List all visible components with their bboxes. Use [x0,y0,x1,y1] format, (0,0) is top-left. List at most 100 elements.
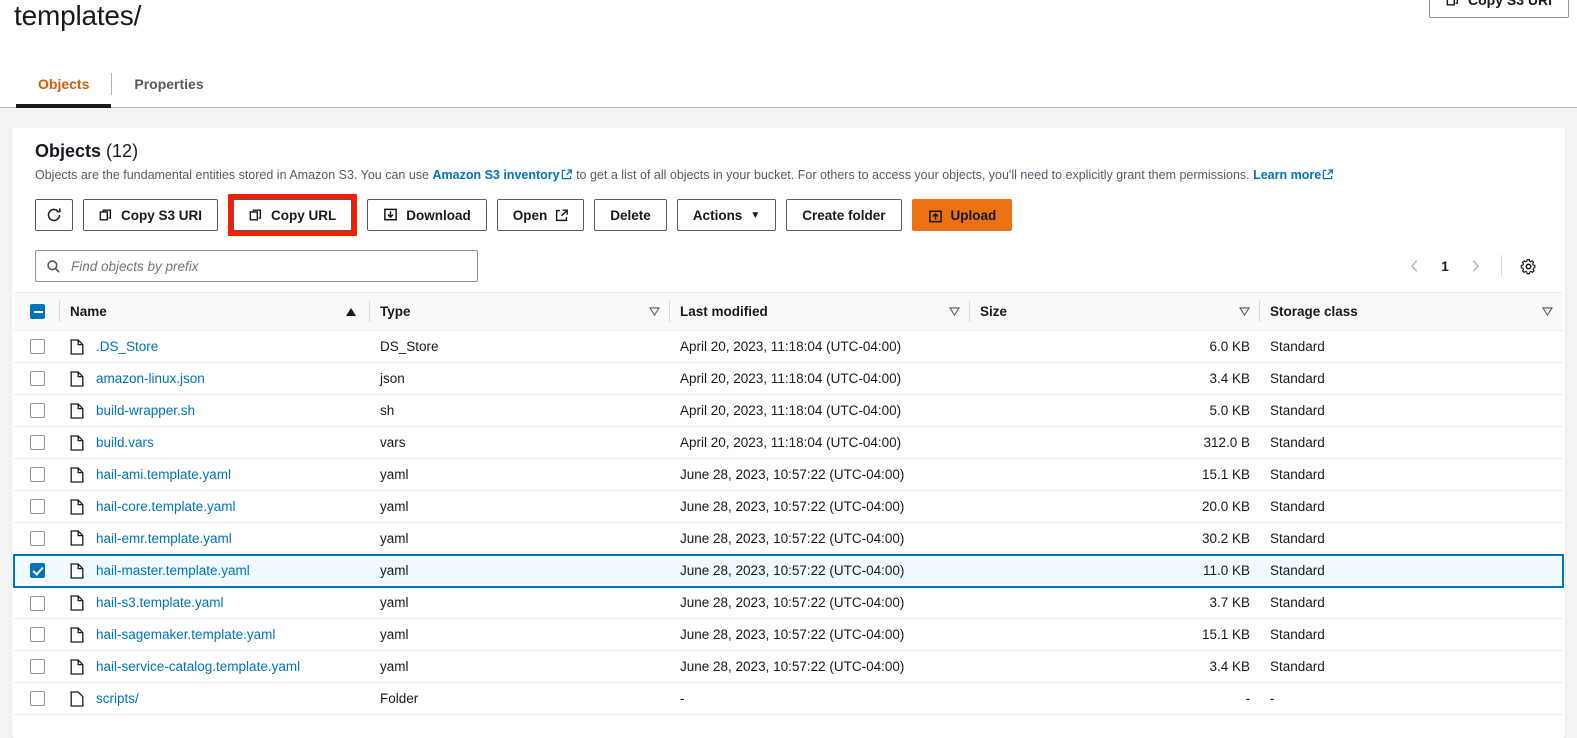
pagination-page-1[interactable]: 1 [1433,259,1457,274]
object-name-link[interactable]: hail-master.template.yaml [96,563,250,578]
objects-table-body: .DS_Store DS_Store April 20, 2023, 11:18:0… [13,330,1564,715]
row-storage-class-cell: Standard [1260,522,1563,555]
column-header-name[interactable]: Name [60,292,370,331]
file-icon [70,466,84,483]
row-type-cell: yaml [370,650,670,683]
file-icon [70,562,84,579]
row-last-modified-cell: April 20, 2023, 11:18:04 (UTC-04:00) [670,394,970,427]
download-button[interactable]: Download [367,199,487,231]
row-checkbox[interactable] [29,499,45,515]
object-name-link[interactable]: build-wrapper.sh [96,403,195,418]
object-name-link[interactable]: hail-sagemaker.template.yaml [96,627,275,642]
table-row[interactable]: hail-ami.template.yaml yaml June 28, 2023,… [14,458,1563,491]
copy-s3-uri-button-top[interactable]: Copy S3 URI [1428,0,1569,18]
learn-more-link[interactable]: Learn more [1253,168,1321,182]
row-size-cell: 3.4 KB [970,650,1260,683]
row-size-cell: 3.7 KB [970,586,1260,619]
row-checkbox[interactable] [29,595,45,611]
object-name-link[interactable]: build.vars [96,435,154,450]
sort-icon [649,307,660,316]
row-checkbox[interactable] [29,659,45,675]
tab-properties-label: Properties [134,75,204,92]
table-row[interactable]: build-wrapper.sh sh April 20, 2023, 11:18:… [14,394,1563,427]
table-row[interactable]: hail-core.template.yaml yaml June 28, 2023… [14,490,1563,523]
table-row[interactable]: hail-emr.template.yaml yaml June 28, 2023,… [14,522,1563,555]
tab-objects[interactable]: Objects [16,60,112,108]
row-select-cell [14,490,60,523]
column-header-storage-class[interactable]: Storage class [1260,292,1563,331]
row-size-cell: 30.2 KB [970,522,1260,555]
row-size-cell: 312.0 B [970,426,1260,459]
row-storage-class-cell: Standard [1260,394,1563,427]
page-body: Objects (12) Objects are the fundamental… [0,108,1577,738]
upload-icon [928,208,943,223]
table-row[interactable]: hail-s3.template.yaml yaml June 28, 2023, … [14,586,1563,619]
row-checkbox[interactable] [29,467,45,483]
row-type-cell: yaml [370,490,670,523]
amazon-s3-inventory-link[interactable]: Amazon S3 inventory [432,168,559,182]
delete-button[interactable]: Delete [594,199,667,231]
row-checkbox[interactable] [29,691,45,707]
row-size-cell: 11.0 KB [970,553,1260,588]
row-checkbox[interactable] [29,339,45,355]
external-link-icon-learn-more [1322,169,1334,180]
row-storage-class-cell: Standard [1260,330,1563,363]
file-icon [70,530,84,546]
row-size-cell: 3.4 KB [970,362,1260,395]
copy-url-button[interactable]: Copy URL [233,199,353,231]
column-header-type[interactable]: Type [370,292,670,331]
create-folder-button[interactable]: Create folder [786,199,902,231]
table-row[interactable]: scripts/Folder - - - [14,682,1563,715]
object-name-link[interactable]: hail-s3.template.yaml [96,595,224,610]
table-row[interactable]: hail-service-catalog.template.yaml yaml Ju… [14,650,1563,683]
object-name-link[interactable]: .DS_Store [96,339,158,354]
row-select-cell [14,650,60,683]
row-checkbox[interactable] [29,403,45,419]
row-select-cell [14,618,60,651]
row-checkbox[interactable] [29,371,45,387]
table-row[interactable]: hail-sagemaker.template.yaml yaml June 28,… [14,618,1563,651]
card-header: Objects (12) Objects are the fundamental… [13,129,1564,184]
table-row[interactable]: hail-master.template.yaml yaml June 28, 20… [13,553,1564,588]
select-all-checkbox[interactable] [29,304,45,320]
column-header-last-modified[interactable]: Last modified [670,292,970,331]
row-type-cell: sh [370,394,670,427]
table-settings-gear-icon[interactable] [1514,252,1542,280]
row-last-modified-cell: June 28, 2023, 10:57:22 (UTC-04:00) [670,650,970,683]
row-name-cell: amazon-linux.json [60,362,370,395]
object-name-link[interactable]: amazon-linux.json [96,371,205,386]
search-input[interactable] [69,257,467,275]
pagination-next-button[interactable] [1461,252,1489,280]
search-box[interactable] [35,250,478,282]
copy-s3-uri-button[interactable]: Copy S3 URI [83,199,219,231]
row-storage-class-cell: Standard [1260,458,1563,491]
objects-toolbar: Copy S3 URI Copy URL Download Open Delet… [13,194,1564,236]
row-select-cell [14,458,60,491]
row-checkbox[interactable] [29,627,45,643]
table-row[interactable]: build.vars vars April 20, 2023, 11:18:04 (… [14,426,1563,459]
tab-properties[interactable]: Properties [112,60,225,107]
sort-ascending-icon [346,307,356,316]
row-storage-class-cell: Standard [1260,426,1563,459]
row-checkbox[interactable] [29,435,45,451]
refresh-button[interactable] [35,199,73,231]
row-checkbox[interactable] [30,563,45,579]
row-name-cell: hail-core.template.yaml [60,490,370,523]
actions-dropdown-button[interactable]: Actions ▼ [676,199,777,231]
object-name-link[interactable]: hail-core.template.yaml [96,499,236,514]
upload-button[interactable]: Upload [911,199,1013,231]
table-row[interactable]: amazon-linux.json json April 20, 2023, 11:… [14,362,1563,395]
row-last-modified-cell: June 28, 2023, 10:57:22 (UTC-04:00) [670,618,970,651]
pagination-prev-button[interactable] [1401,252,1429,280]
object-name-link[interactable]: hail-emr.template.yaml [96,531,232,546]
object-name-link[interactable]: scripts/ [96,691,139,706]
row-checkbox[interactable] [29,531,45,547]
object-name-link[interactable]: hail-ami.template.yaml [96,467,231,482]
column-header-size-label: Size [980,304,1008,319]
table-row[interactable]: .DS_Store DS_Store April 20, 2023, 11:18:0… [14,330,1563,363]
row-type-cell: json [370,362,670,395]
open-button[interactable]: Open [496,199,585,231]
object-name-link[interactable]: hail-service-catalog.template.yaml [96,659,300,674]
column-header-size[interactable]: Size [970,292,1260,331]
delete-label: Delete [610,207,651,223]
